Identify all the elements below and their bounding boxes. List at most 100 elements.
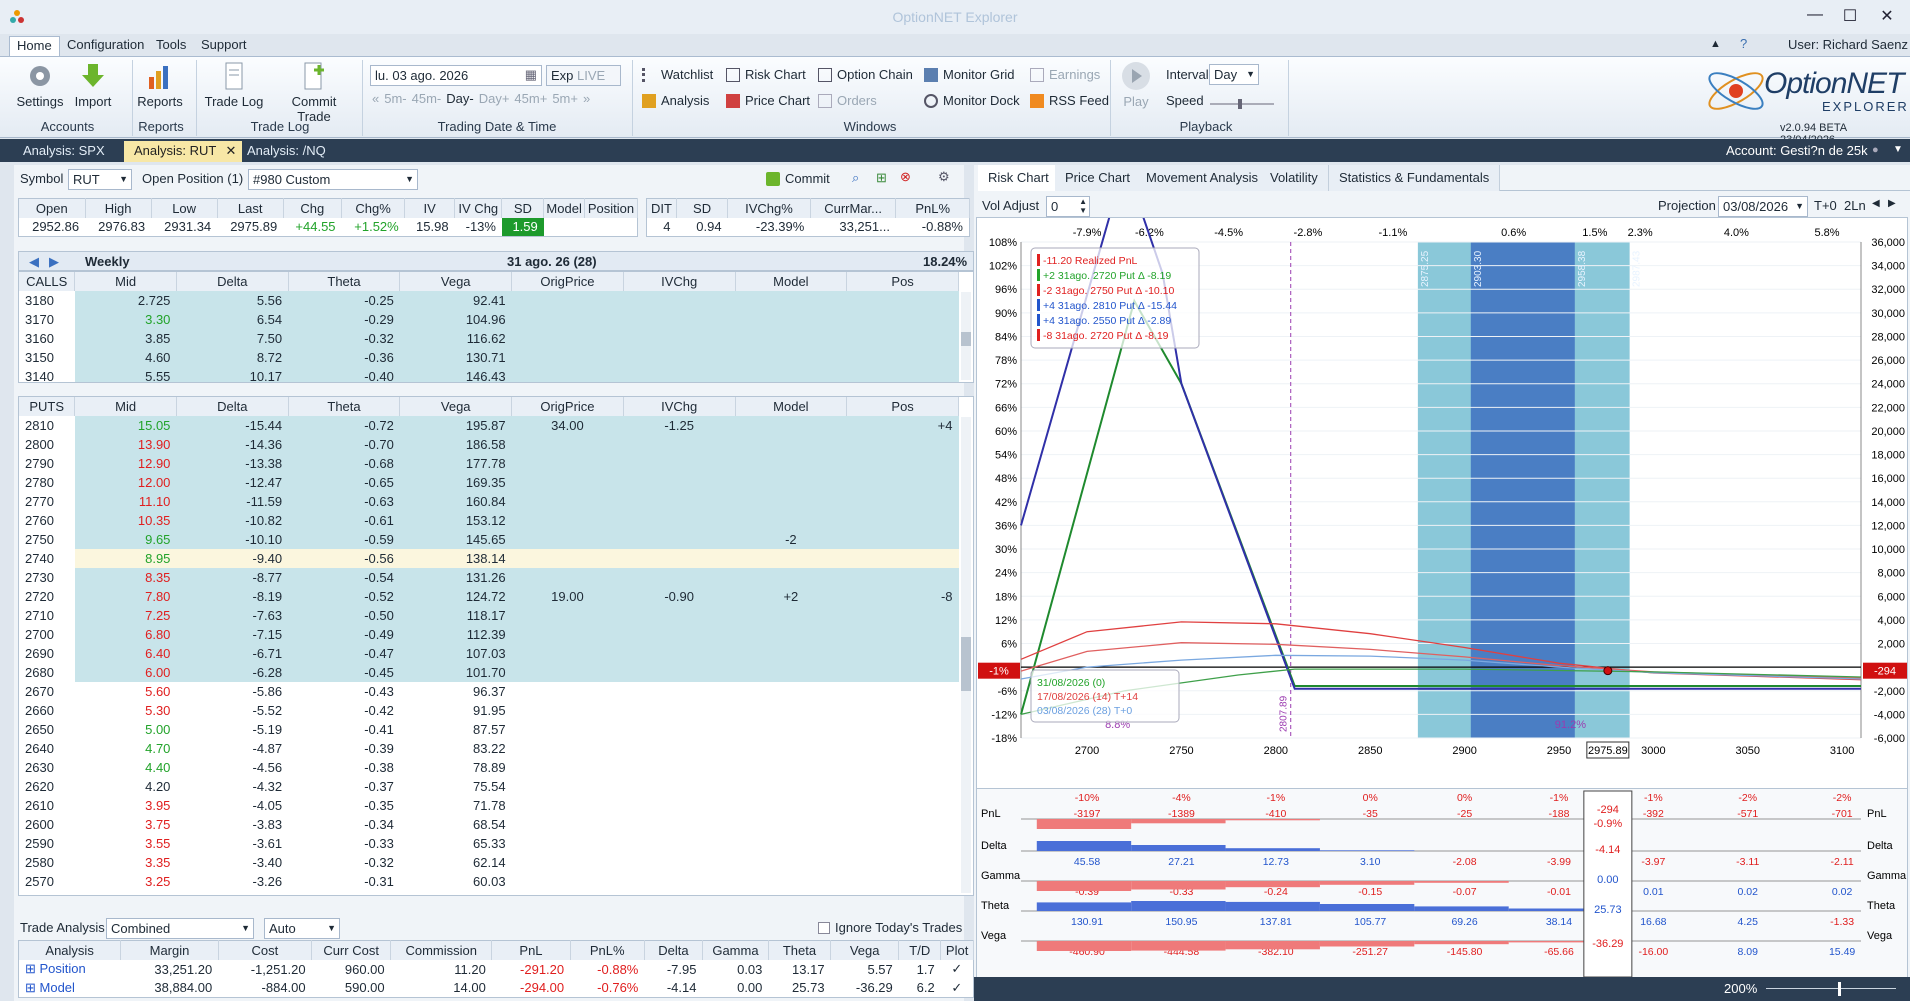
put-cell[interactable] bbox=[623, 834, 736, 853]
call-cell[interactable] bbox=[846, 367, 959, 382]
earnings-button[interactable]: Earnings bbox=[1030, 67, 1100, 82]
call-cell[interactable]: 3150 bbox=[19, 348, 75, 367]
put-header-5[interactable]: OrigPrice bbox=[511, 397, 624, 416]
put-cell[interactable]: -8.77 bbox=[176, 568, 289, 587]
put-row[interactable]: 2740 8.95 -9.40 -0.56 138.14 bbox=[19, 549, 959, 568]
put-cell[interactable]: -4.56 bbox=[176, 758, 289, 777]
call-cell[interactable]: -0.36 bbox=[288, 348, 400, 367]
put-cell[interactable]: 83.22 bbox=[399, 739, 512, 758]
put-cell[interactable]: 19.00 bbox=[511, 587, 624, 606]
put-cell[interactable] bbox=[511, 511, 624, 530]
step-day-minus[interactable]: Day- bbox=[446, 91, 473, 106]
import-button[interactable]: Import bbox=[63, 61, 123, 109]
zoom-slider-thumb[interactable] bbox=[1838, 982, 1841, 996]
ta-header-7[interactable]: Delta bbox=[644, 940, 703, 960]
tab-risk-chart[interactable]: Risk Chart bbox=[978, 165, 1060, 191]
put-cell[interactable]: 2730 bbox=[19, 568, 75, 587]
put-cell[interactable] bbox=[846, 473, 959, 492]
call-cell[interactable] bbox=[846, 348, 959, 367]
call-cell[interactable]: 92.41 bbox=[399, 291, 512, 310]
call-cell[interactable]: 3170 bbox=[19, 310, 75, 329]
put-cell[interactable] bbox=[846, 872, 959, 891]
put-cell[interactable] bbox=[735, 720, 847, 739]
put-cell[interactable]: 4.70 bbox=[74, 739, 177, 758]
put-cell[interactable]: -0.52 bbox=[288, 587, 400, 606]
put-cell[interactable]: 11.10 bbox=[74, 492, 177, 511]
put-cell[interactable] bbox=[511, 834, 624, 853]
put-cell[interactable]: 9.65 bbox=[74, 530, 177, 549]
put-cell[interactable]: -0.72 bbox=[288, 416, 400, 435]
put-cell[interactable]: 2770 bbox=[19, 492, 75, 511]
put-header-6[interactable]: IVChg bbox=[623, 397, 736, 416]
put-cell[interactable] bbox=[735, 682, 847, 701]
put-cell[interactable] bbox=[623, 606, 736, 625]
put-cell[interactable] bbox=[623, 625, 736, 644]
put-cell[interactable] bbox=[846, 739, 959, 758]
put-cell[interactable]: -5.19 bbox=[176, 720, 289, 739]
put-cell[interactable] bbox=[511, 473, 624, 492]
put-cell[interactable]: -0.45 bbox=[288, 663, 400, 682]
vol-adjust-input[interactable]: 0 ▲ ▼ bbox=[1046, 196, 1090, 217]
account-menu-icon[interactable]: ▼ bbox=[1893, 144, 1903, 155]
put-cell[interactable]: 2720 bbox=[19, 587, 75, 606]
call-cell[interactable] bbox=[623, 291, 736, 310]
call-row[interactable]: 3180 2.725 5.56 -0.25 92.41 bbox=[19, 291, 959, 310]
put-cell[interactable] bbox=[623, 720, 736, 739]
put-cell[interactable] bbox=[511, 663, 624, 682]
put-cell[interactable] bbox=[735, 758, 847, 777]
put-cell[interactable]: -0.38 bbox=[288, 758, 400, 777]
put-cell[interactable] bbox=[511, 796, 624, 815]
put-cell[interactable] bbox=[846, 492, 959, 511]
tab-price-chart[interactable]: Price Chart bbox=[1055, 165, 1142, 191]
put-cell[interactable]: 65.33 bbox=[399, 834, 512, 853]
put-cell[interactable]: 68.54 bbox=[399, 815, 512, 834]
put-cell[interactable] bbox=[846, 701, 959, 720]
put-cell[interactable] bbox=[735, 549, 847, 568]
put-cell[interactable]: -0.37 bbox=[288, 777, 400, 796]
put-cell[interactable] bbox=[623, 853, 736, 872]
put-cell[interactable] bbox=[735, 815, 847, 834]
put-cell[interactable] bbox=[846, 853, 959, 872]
put-cell[interactable]: 91.95 bbox=[399, 701, 512, 720]
put-cell[interactable] bbox=[735, 663, 847, 682]
put-cell[interactable]: 4.40 bbox=[74, 758, 177, 777]
symbol-select[interactable]: RUT ▼ bbox=[68, 169, 132, 190]
put-cell[interactable]: -1.25 bbox=[623, 416, 736, 435]
put-cell[interactable] bbox=[511, 682, 624, 701]
put-cell[interactable]: 153.12 bbox=[399, 511, 512, 530]
call-cell[interactable]: 5.56 bbox=[176, 291, 289, 310]
put-cell[interactable]: 2780 bbox=[19, 473, 75, 492]
put-row[interactable]: 2600 3.75 -3.83 -0.34 68.54 bbox=[19, 815, 959, 834]
put-cell[interactable]: 4.20 bbox=[74, 777, 177, 796]
put-cell[interactable]: -5.52 bbox=[176, 701, 289, 720]
put-cell[interactable] bbox=[511, 720, 624, 739]
put-row[interactable]: 2800 13.90 -14.36 -0.70 186.58 bbox=[19, 435, 959, 454]
put-cell[interactable] bbox=[511, 739, 624, 758]
put-cell[interactable]: -0.43 bbox=[288, 682, 400, 701]
put-cell[interactable] bbox=[623, 549, 736, 568]
put-cell[interactable] bbox=[735, 606, 847, 625]
ignore-todays-trades-checkbox[interactable]: Ignore Today's Trades bbox=[818, 920, 962, 935]
put-cell[interactable] bbox=[846, 796, 959, 815]
trading-date-field[interactable]: lu. 03 ago. 2026 ▦ bbox=[370, 65, 542, 86]
put-row[interactable]: 2810 15.05 -15.44 -0.72 195.87 34.00 -1.25 +4 bbox=[19, 416, 959, 435]
put-cell[interactable] bbox=[623, 701, 736, 720]
put-cell[interactable] bbox=[846, 454, 959, 473]
spinner-icon[interactable]: ▲ ▼ bbox=[1079, 197, 1087, 215]
put-cell[interactable] bbox=[735, 853, 847, 872]
call-cell[interactable]: 2.725 bbox=[74, 291, 177, 310]
put-cell[interactable]: -0.59 bbox=[288, 530, 400, 549]
step-45m-minus[interactable]: 45m- bbox=[412, 91, 442, 106]
analysis-button[interactable]: Analysis bbox=[642, 93, 709, 108]
put-cell[interactable] bbox=[623, 473, 736, 492]
put-cell[interactable] bbox=[623, 530, 736, 549]
put-cell[interactable] bbox=[735, 872, 847, 891]
maximize-button[interactable]: ☐ bbox=[1835, 6, 1865, 28]
step-day-plus[interactable]: Day+ bbox=[479, 91, 510, 106]
tab-movement-analysis[interactable]: Movement Analysis bbox=[1136, 165, 1269, 191]
put-cell[interactable] bbox=[735, 473, 847, 492]
ta-cell[interactable]: ✓ bbox=[941, 960, 974, 979]
put-cell[interactable]: -8.19 bbox=[176, 587, 289, 606]
put-cell[interactable]: 15.05 bbox=[74, 416, 177, 435]
call-cell[interactable] bbox=[735, 348, 847, 367]
